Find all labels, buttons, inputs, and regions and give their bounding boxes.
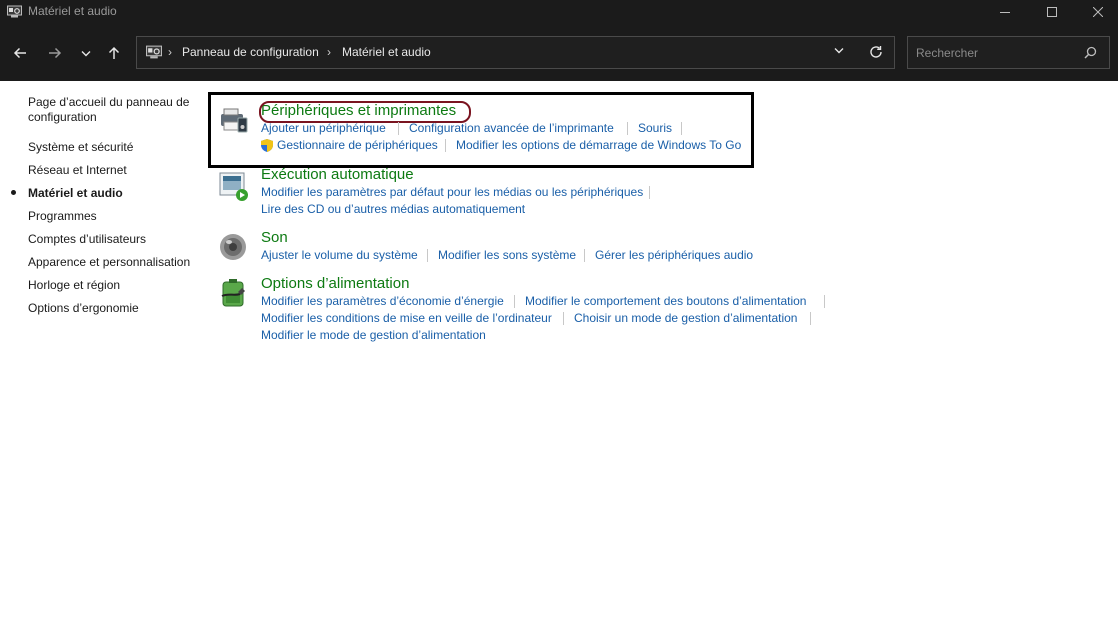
control-panel-icon [7,5,22,18]
autoplay-icon [219,172,248,201]
speaker-icon [220,234,246,260]
power-buttons-behavior-link[interactable]: Modifier le comportement des boutons d’a… [525,294,806,308]
highlight-oval [259,101,471,123]
device-manager-link[interactable]: Gestionnaire de périphériques [277,138,438,152]
maximize-icon [1047,7,1057,17]
sidebar-item-hardware-sound[interactable]: Matériel et audio [28,186,123,201]
breadcrumb-control-panel[interactable]: Panneau de configuration [182,45,319,59]
power-saving-settings-link[interactable]: Modifier les paramètres d’économie d’éne… [261,294,504,308]
back-button[interactable] [7,40,33,66]
address-bar[interactable]: › Panneau de configuration › Matériel et… [136,36,895,69]
search-box[interactable] [907,36,1110,69]
forward-button[interactable] [42,40,68,66]
minimize-button[interactable] [982,0,1028,24]
search-icon[interactable] [1084,46,1097,59]
link-separator [563,312,564,325]
window-title: Matériel et audio [28,4,117,18]
printer-icon [221,108,248,133]
link-separator [681,122,682,135]
link-separator [445,139,446,152]
sidebar-item-user-accounts[interactable]: Comptes d’utilisateurs [28,232,146,247]
breadcrumb-separator: › [327,45,331,59]
chevron-down-icon [81,50,91,56]
sleep-conditions-link[interactable]: Modifier les conditions de mise en veill… [261,311,552,325]
control-panel-icon [146,45,162,59]
sound-heading[interactable]: Son [261,229,288,246]
link-separator [810,312,811,325]
maximize-button[interactable] [1029,0,1075,24]
autoplay-heading[interactable]: Exécution automatique [261,166,414,183]
arrow-up-icon [108,46,120,59]
windows-to-go-link[interactable]: Modifier les options de démarrage de Win… [456,138,741,152]
link-separator [649,186,650,199]
close-icon [1093,7,1103,17]
sidebar-item-label: Page d’accueil du panneau de [28,95,190,109]
search-input[interactable] [916,45,1076,61]
sidebar-item-appearance[interactable]: Apparence et personnalisation [28,255,190,270]
link-separator [398,122,399,135]
refresh-icon[interactable] [869,45,883,59]
change-system-sounds-link[interactable]: Modifier les sons système [438,248,576,262]
up-button[interactable] [101,40,127,66]
chevron-down-icon[interactable] [834,47,844,54]
recent-locations-button[interactable] [73,40,99,66]
sidebar-item-label: configuration [28,110,97,124]
battery-icon [221,279,245,307]
change-default-media-link[interactable]: Modifier les paramètres par défaut pour … [261,185,643,199]
link-separator [427,249,428,262]
sidebar-item-home[interactable]: Page d’accueil du panneau de configuratio… [28,95,189,125]
edit-power-plan-link[interactable]: Modifier le mode de gestion d’alimentati… [261,328,486,342]
breadcrumb-hardware-sound[interactable]: Matériel et audio [342,45,431,59]
minimize-icon [1000,12,1010,13]
shield-icon [261,139,273,152]
arrow-right-icon [49,47,62,59]
link-separator [514,295,515,308]
link-separator [584,249,585,262]
sidebar-item-programs[interactable]: Programmes [28,209,97,224]
choose-power-plan-link[interactable]: Choisir un mode de gestion d’alimentatio… [574,311,797,325]
breadcrumb-separator: › [168,45,172,59]
link-separator [824,295,825,308]
add-device-link[interactable]: Ajouter un périphérique [261,121,386,135]
title-bar: Matériel et audio [0,0,1118,24]
close-button[interactable] [1075,0,1118,24]
play-cd-automatically-link[interactable]: Lire des CD ou d’autres médias automatiq… [261,202,525,216]
sidebar-item-system-security[interactable]: Système et sécurité [28,140,133,155]
navigation-bar: › Panneau de configuration › Matériel et… [0,24,1118,81]
sidebar-item-network[interactable]: Réseau et Internet [28,163,127,178]
manage-audio-devices-link[interactable]: Gérer les périphériques audio [595,248,753,262]
mouse-link[interactable]: Souris [638,121,672,135]
sidebar-item-ease-of-access[interactable]: Options d’ergonomie [28,301,139,316]
advanced-printer-setup-link[interactable]: Configuration avancée de l’imprimante [409,121,614,135]
link-separator [627,122,628,135]
arrow-left-icon [13,47,26,59]
power-options-heading[interactable]: Options d’alimentation [261,275,409,292]
sidebar-item-clock-region[interactable]: Horloge et région [28,278,120,293]
adjust-volume-link[interactable]: Ajuster le volume du système [261,248,418,262]
active-indicator [11,190,16,195]
